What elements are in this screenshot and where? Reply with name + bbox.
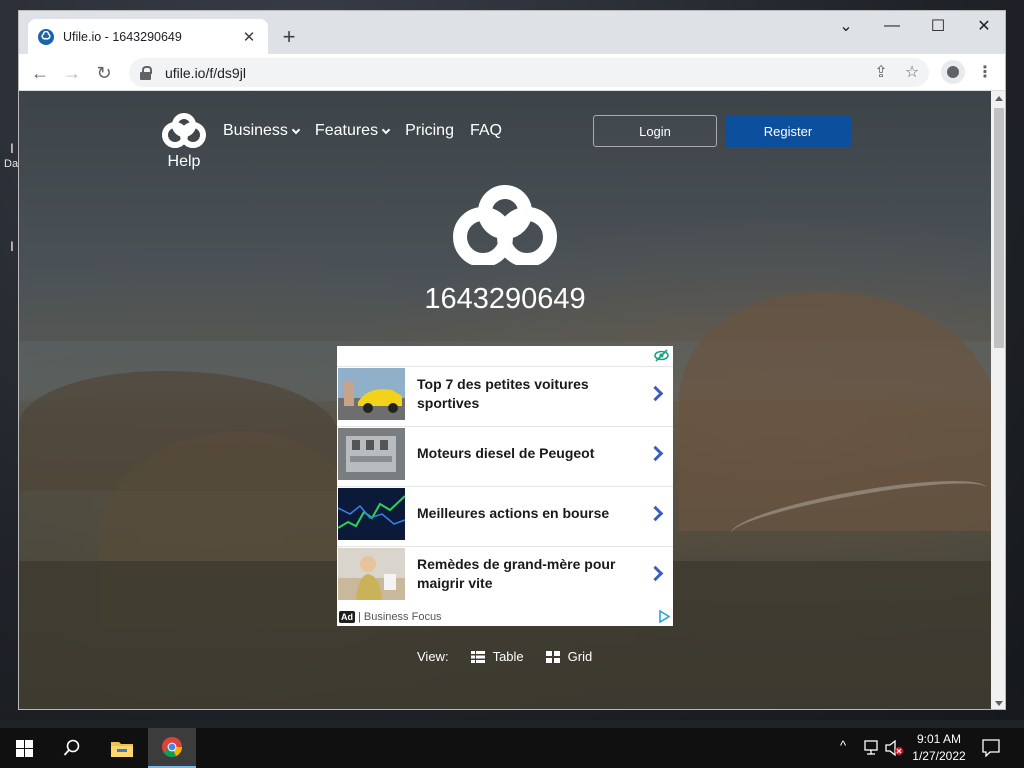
view-grid-label: Grid	[567, 649, 593, 664]
chevron-right-icon	[643, 565, 673, 582]
chevron-down-icon	[291, 125, 301, 134]
folder-icon	[111, 742, 133, 757]
desktop-icon-label[interactable]: I	[10, 140, 14, 156]
ad-source[interactable]: | Business Focus	[358, 611, 442, 623]
register-button[interactable]: Register	[725, 115, 851, 147]
adchoices-icon[interactable]	[658, 610, 670, 623]
tray-overflow-icon[interactable]: ^	[840, 738, 846, 753]
ad-item-text: Moteurs diesel de Peugeot	[417, 445, 595, 461]
login-button[interactable]: Login	[593, 115, 717, 147]
desktop-icon-label[interactable]: Da	[4, 158, 18, 170]
start-button[interactable]	[0, 728, 48, 768]
browser-toolbar: ← → ↻ ufile.io/f/ds9jl ⇪ ☆ ⋮	[19, 54, 1005, 91]
profile-avatar-icon[interactable]	[941, 60, 965, 84]
tab-title: Ufile.io - 1643290649	[63, 29, 182, 44]
ad-item-text: Meilleures actions en bourse	[417, 505, 610, 521]
network-icon[interactable]	[862, 740, 880, 756]
file-explorer-button[interactable]	[98, 728, 146, 768]
view-table-button[interactable]: Table	[470, 649, 524, 664]
ad-item-text: Remèdes de grand-mère pour maigrir vite	[417, 555, 616, 591]
nav-item-business[interactable]: Business	[223, 122, 301, 140]
tab-search-icon[interactable]: ⌄	[823, 11, 869, 41]
address-bar[interactable]: ufile.io/f/ds9jl	[129, 58, 929, 87]
nav-item-label: FAQ	[469, 122, 502, 139]
ad-footer: Ad | Business Focus	[337, 608, 673, 626]
site-nav: Help Business Features Pricing FAQ	[159, 113, 518, 171]
share-icon[interactable]: ⇪	[869, 60, 893, 84]
nav-menu: Business Features Pricing FAQ	[223, 122, 518, 140]
tab-strip: Ufile.io - 1643290649 ✕ + ⌄ — ☐ ✕	[19, 11, 1005, 54]
ad-thumbnail-stock-chart	[338, 487, 405, 540]
ad-item[interactable]: Top 7 des petites voitures sportives	[337, 366, 673, 420]
scroll-down-icon[interactable]	[995, 701, 1003, 706]
nav-item-label: Business	[223, 122, 288, 139]
chevron-right-icon	[643, 505, 673, 522]
desktop-icon-label[interactable]: I	[10, 238, 14, 254]
new-tab-icon[interactable]: +	[277, 24, 301, 49]
forward-icon[interactable]: →	[59, 60, 85, 86]
browser-tab[interactable]: Ufile.io - 1643290649 ✕	[28, 19, 268, 54]
url-text: ufile.io/f/ds9jl	[165, 64, 246, 81]
clock-time: 9:01 AM	[916, 732, 962, 746]
nav-item-label: Features	[314, 122, 379, 139]
ad-header	[337, 346, 673, 366]
file-name: 1643290649	[424, 283, 586, 315]
brand[interactable]: Help	[159, 113, 209, 171]
ad-thumbnail-engine	[338, 427, 405, 480]
scroll-up-icon[interactable]	[995, 96, 1003, 101]
ad-thumbnail-sports-car	[338, 367, 405, 420]
nav-item-features[interactable]: Features	[314, 122, 391, 140]
ad-thumbnail-woman	[338, 547, 405, 600]
page-scrollbar[interactable]	[991, 91, 1005, 709]
search-icon	[63, 739, 80, 756]
taskbar: ^ 9:01 AM 1/27/2022	[0, 728, 1024, 768]
view-label: View:	[417, 649, 449, 664]
back-icon[interactable]: ←	[27, 60, 53, 86]
view-table-label: Table	[492, 649, 524, 664]
scrollbar-thumb[interactable]	[994, 108, 1004, 348]
ufile-favicon-icon	[38, 28, 54, 45]
ufile-logo-icon[interactable]	[161, 113, 207, 149]
ufile-large-logo-icon	[453, 185, 557, 265]
minimize-icon[interactable]: —	[869, 11, 915, 41]
chevron-down-icon	[381, 125, 391, 134]
ad-item[interactable]: Meilleures actions en bourse	[337, 486, 673, 540]
clock-date: 1/27/2022	[912, 749, 966, 763]
eye-hidden-icon[interactable]	[654, 349, 669, 362]
ad-badge: Ad	[339, 611, 355, 623]
browser-window: Ufile.io - 1643290649 ✕ + ⌄ — ☐ ✕ ← → ↻ …	[18, 10, 1006, 710]
chrome-icon	[162, 737, 183, 758]
bookmark-star-icon[interactable]: ☆	[900, 60, 924, 84]
windows-logo-icon	[15, 739, 33, 757]
grid-icon	[545, 650, 560, 663]
volume-muted-icon[interactable]	[884, 740, 904, 756]
menu-dots-icon[interactable]: ⋮	[973, 60, 997, 84]
page-content: Help Business Features Pricing FAQ Login…	[19, 91, 991, 709]
ad-item[interactable]: Moteurs diesel de Peugeot	[337, 426, 673, 480]
nav-item-label: Pricing	[405, 122, 454, 139]
search-button[interactable]	[48, 728, 96, 768]
ad-item[interactable]: Remèdes de grand-mère pour maigrir vite	[337, 546, 673, 600]
tab-close-icon[interactable]: ✕	[240, 28, 258, 46]
chevron-right-icon	[643, 385, 673, 402]
nav-item-pricing[interactable]: Pricing	[405, 122, 454, 140]
view-switcher: View: Table Grid	[417, 649, 614, 664]
notification-icon[interactable]	[982, 739, 1000, 757]
lock-icon[interactable]	[139, 65, 153, 80]
nav-item-faq[interactable]: FAQ	[470, 122, 502, 140]
reload-icon[interactable]: ↻	[91, 60, 117, 86]
system-clock[interactable]: 9:01 AM 1/27/2022	[906, 731, 972, 765]
close-window-icon[interactable]: ✕	[961, 11, 1005, 41]
table-icon	[470, 650, 485, 663]
chrome-taskbar-button[interactable]	[148, 728, 196, 768]
help-link[interactable]: Help	[168, 153, 201, 171]
chevron-right-icon	[643, 445, 673, 462]
ad-widget: Top 7 des petites voitures sportives Mot…	[337, 346, 673, 626]
view-grid-button[interactable]: Grid	[545, 649, 593, 664]
ad-item-text: Top 7 des petites voitures sportives	[417, 375, 589, 411]
maximize-icon[interactable]: ☐	[915, 11, 961, 41]
